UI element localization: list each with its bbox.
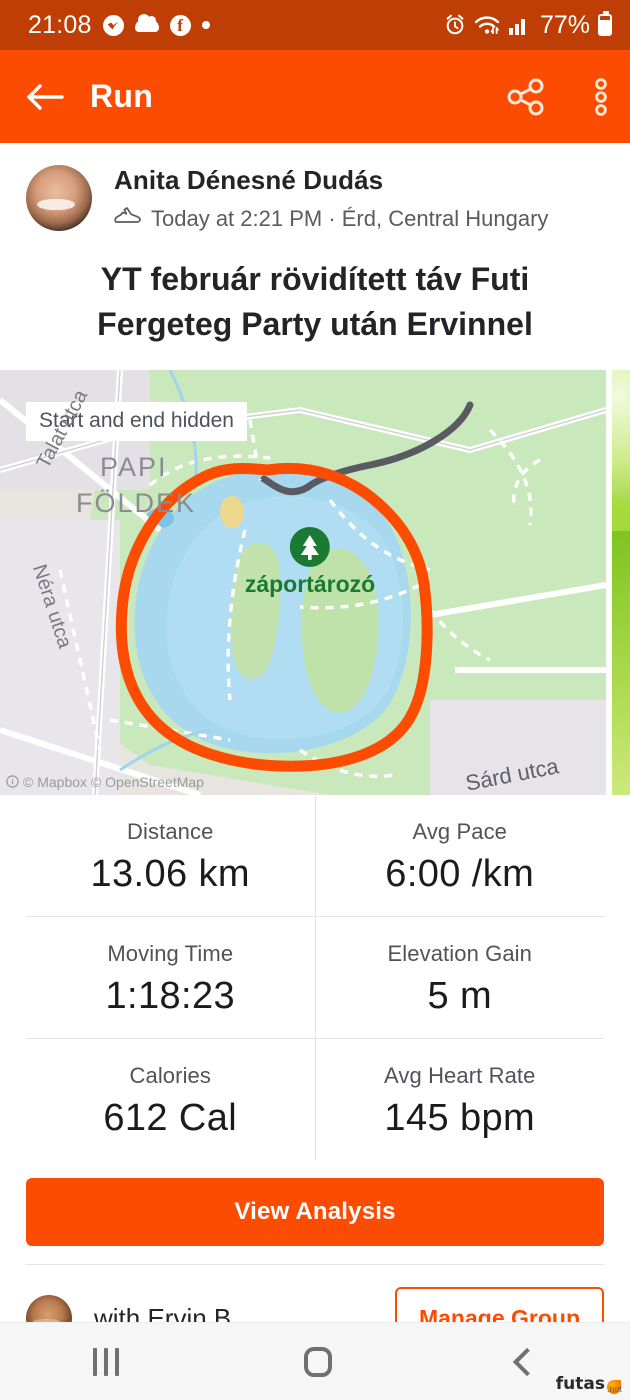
- stat-label: Elevation Gain: [387, 940, 532, 966]
- media-carousel[interactable]: Start and end hidden Talat utca PAPI FÖL…: [0, 369, 630, 795]
- back-arrow-icon[interactable]: [26, 82, 64, 112]
- athlete-header[interactable]: Anita Dénesné Dudás Today at 2:21 PM · É…: [0, 143, 630, 233]
- status-bar-right: 77%: [444, 11, 612, 40]
- dot-icon: [201, 21, 210, 29]
- phone-screen: 21:08 77% Run: [0, 0, 630, 1400]
- battery-icon: [598, 11, 612, 36]
- stat-label: Moving Time: [107, 940, 234, 966]
- analysis-section: View Analysis: [0, 1160, 630, 1246]
- watermark: futas .net: [556, 1374, 622, 1394]
- system-nav-bar: futas .net: [0, 1322, 630, 1400]
- wifi-icon: [474, 14, 500, 36]
- watermark-text: futas: [555, 1374, 605, 1394]
- stat-value: 13.06 km: [90, 852, 250, 895]
- cloud-icon: [134, 13, 159, 32]
- stat-value: 612 Cal: [103, 1096, 238, 1139]
- stat-row: Calories 612 Cal Avg Heart Rate 145 bpm: [26, 1037, 605, 1160]
- status-bar-left: 21:08: [28, 11, 210, 40]
- alarm-icon: [444, 14, 466, 36]
- route-map[interactable]: Start and end hidden Talat utca PAPI FÖL…: [0, 369, 606, 795]
- activity-meta: Today at 2:21 PM · Érd, Central Hungary: [114, 205, 548, 233]
- stat-moving-time: Moving Time 1:18:23: [26, 916, 316, 1038]
- stat-row: Distance 13.06 km Avg Pace 6:00 /km: [26, 794, 605, 916]
- battery-percent: 77%: [539, 10, 590, 39]
- stat-elevation-gain: Elevation Gain 5 m: [316, 917, 605, 1038]
- map-attribution: © Mapbox © OpenStreetMap: [6, 774, 204, 790]
- media-photo-next[interactable]: [612, 369, 630, 795]
- map-label-papi: PAPI: [100, 451, 168, 482]
- status-clock: 21:08: [28, 10, 92, 39]
- stat-calories: Calories 612 Cal: [26, 1038, 316, 1160]
- stat-label: Avg Heart Rate: [384, 1062, 536, 1088]
- map-poi-zaportarozo[interactable]: záportározó: [244, 526, 376, 598]
- app-bar: Run: [0, 50, 630, 143]
- info-icon: [6, 775, 19, 789]
- facebook-icon: [169, 14, 191, 36]
- athlete-name[interactable]: Anita Dénesné Dudás: [114, 165, 548, 196]
- page-title: Run: [90, 78, 154, 114]
- stat-value: 1:18:23: [105, 974, 236, 1017]
- view-analysis-button[interactable]: View Analysis: [26, 1177, 604, 1246]
- share-icon[interactable]: [506, 78, 546, 116]
- stat-avg-pace: Avg Pace 6:00 /km: [316, 795, 605, 916]
- watermark-sub: .net: [606, 1384, 622, 1394]
- avatar[interactable]: [26, 165, 92, 231]
- stat-value: 5 m: [427, 974, 493, 1017]
- stat-row: Moving Time 1:18:23 Elevation Gain 5 m: [26, 915, 605, 1038]
- tree-icon: [290, 526, 330, 567]
- stat-value: 145 bpm: [384, 1096, 536, 1139]
- activity-title: YT február rövidített táv Futi Fergeteg …: [97, 261, 533, 343]
- stat-value: 6:00 /km: [385, 852, 535, 895]
- stat-label: Calories: [129, 1062, 211, 1088]
- map-label-foldek: FÖLDEK: [76, 487, 197, 518]
- stats-grid: Distance 13.06 km Avg Pace 6:00 /km Movi…: [0, 794, 630, 1160]
- athlete-info: Anita Dénesné Dudás Today at 2:21 PM · É…: [114, 165, 548, 233]
- map-poi-label: záportározó: [244, 570, 376, 597]
- status-bar: 21:08 77%: [0, 0, 630, 50]
- stat-label: Distance: [127, 818, 214, 844]
- stat-label: Avg Pace: [412, 818, 508, 844]
- recents-icon[interactable]: [92, 1347, 119, 1376]
- messenger-icon: [102, 14, 124, 36]
- back-icon[interactable]: [513, 1347, 542, 1376]
- map-attribution-text: © Mapbox © OpenStreetMap: [23, 773, 204, 790]
- stat-distance: Distance 13.06 km: [26, 794, 316, 916]
- running-shoe-icon: [114, 205, 141, 233]
- more-vertical-icon[interactable]: [594, 77, 608, 117]
- activity-meta-text: Today at 2:21 PM · Érd, Central Hungary: [151, 206, 549, 231]
- stat-avg-heart-rate: Avg Heart Rate 145 bpm: [316, 1039, 605, 1160]
- signal-icon: [508, 14, 530, 36]
- home-icon[interactable]: [303, 1346, 332, 1377]
